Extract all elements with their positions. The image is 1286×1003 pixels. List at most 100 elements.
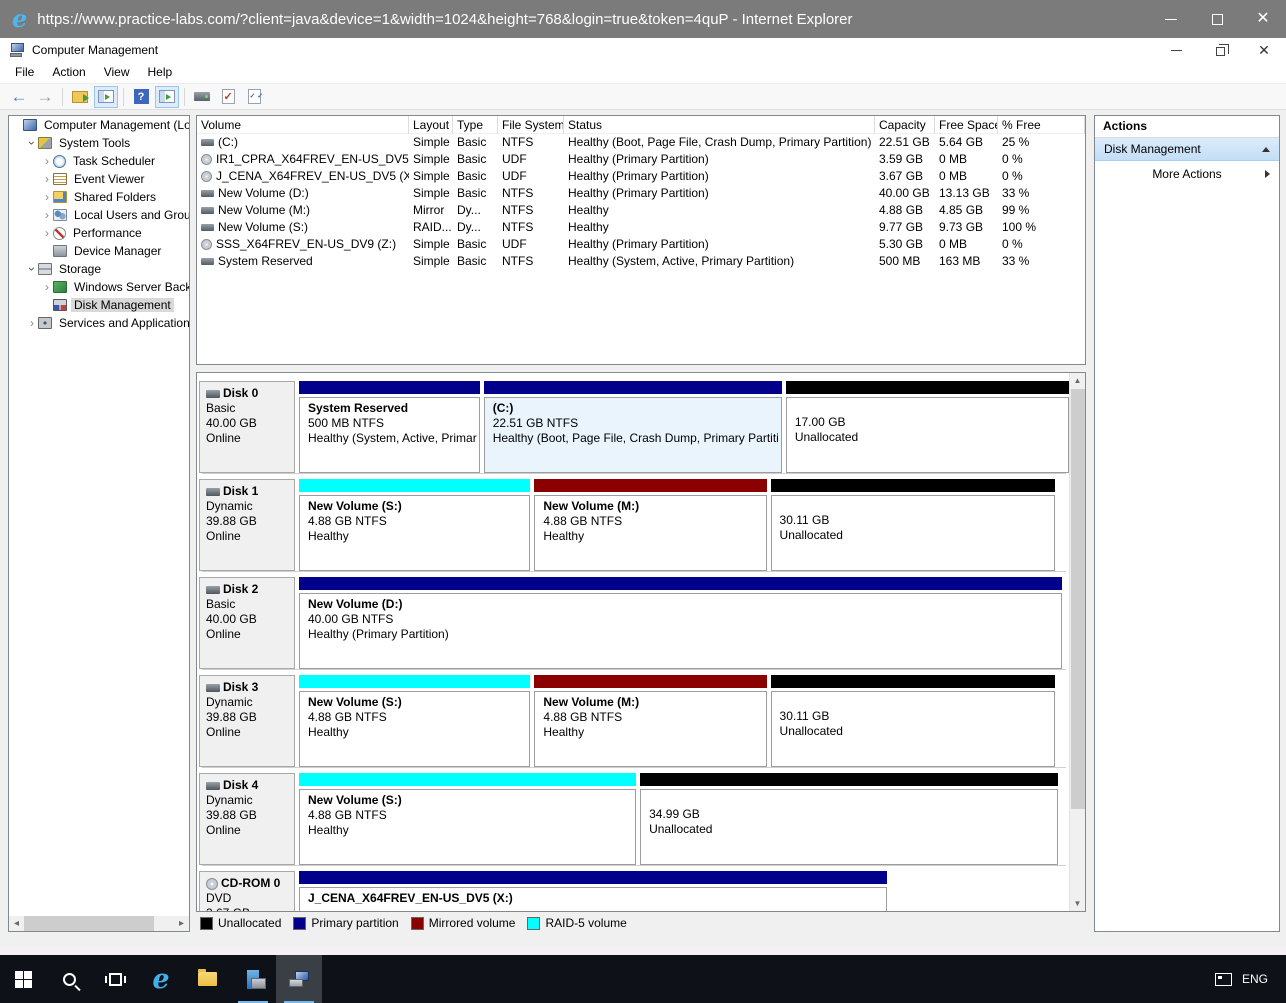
tree-horizontal-scrollbar[interactable]: ◂ ▸ xyxy=(9,916,189,931)
disk-label[interactable]: Disk 2Basic40.00 GBOnline xyxy=(199,577,295,669)
partition-body[interactable]: 30.11 GBUnallocated xyxy=(771,495,1055,571)
expand-icon[interactable]: › xyxy=(41,172,53,186)
expand-icon[interactable]: › xyxy=(41,190,53,204)
expand-icon[interactable]: › xyxy=(41,226,53,240)
partition-body[interactable]: New Volume (D:)40.00 GB NTFSHealthy (Pri… xyxy=(299,593,1062,669)
volume-row[interactable]: (C:)SimpleBasicNTFSHealthy (Boot, Page F… xyxy=(197,134,1085,151)
partition-unallocated[interactable]: 17.00 GBUnallocated xyxy=(786,381,1069,473)
disk-label[interactable]: CD-ROM 0DVD3.67 GB xyxy=(199,871,295,911)
volume-row[interactable]: New Volume (M:)MirrorDy...NTFSHealthy4.8… xyxy=(197,202,1085,219)
tree-item-storage[interactable]: ›Storage xyxy=(9,260,189,278)
column-header-file-system[interactable]: File System xyxy=(498,116,564,134)
partition-new-volume-m-[interactable]: New Volume (M:)4.88 GB NTFSHealthy xyxy=(534,479,766,571)
volume-row[interactable]: New Volume (S:)RAID...Dy...NTFSHealthy9.… xyxy=(197,219,1085,236)
search-button[interactable] xyxy=(46,955,92,1003)
partition-new-volume-d-[interactable]: New Volume (D:)40.00 GB NTFSHealthy (Pri… xyxy=(299,577,1062,669)
partition--c-[interactable]: (C:)22.51 GB NTFSHealthy (Boot, Page Fil… xyxy=(484,381,782,473)
expand-icon[interactable]: › xyxy=(41,154,53,168)
column-header-type[interactable]: Type xyxy=(453,116,498,134)
disk-label[interactable]: Disk 4Dynamic39.88 GBOnline xyxy=(199,773,295,865)
file-explorer-button[interactable] xyxy=(184,955,230,1003)
partition-new-volume-m-[interactable]: New Volume (M:)4.88 GB NTFSHealthy xyxy=(534,675,766,767)
tree-item-task-scheduler[interactable]: ›Task Scheduler xyxy=(9,152,189,170)
partition-body[interactable]: 34.99 GBUnallocated xyxy=(640,789,1058,865)
tree-item-device-manager[interactable]: Device Manager xyxy=(9,242,189,260)
partition-unallocated[interactable]: 30.11 GBUnallocated xyxy=(771,479,1055,571)
partition-j-cena-x64frev-en-us-dv5-x-[interactable]: J_CENA_X64FREV_EN-US_DV5 (X:) xyxy=(299,871,887,911)
more-actions-item[interactable]: More Actions xyxy=(1095,161,1279,187)
start-button[interactable] xyxy=(0,955,46,1003)
column-header-status[interactable]: Status xyxy=(564,116,875,134)
column-header-free-space[interactable]: Free Space xyxy=(935,116,998,134)
admin-tools-button[interactable] xyxy=(230,955,276,1003)
partition-body[interactable]: J_CENA_X64FREV_EN-US_DV5 (X:) xyxy=(299,887,887,911)
partition-new-volume-s-[interactable]: New Volume (S:)4.88 GB NTFSHealthy xyxy=(299,675,530,767)
scroll-right-icon[interactable]: ▸ xyxy=(174,916,189,931)
disk-properties-button[interactable] xyxy=(190,86,214,108)
tree-item-disk-management[interactable]: Disk Management xyxy=(9,296,189,314)
back-button[interactable]: ← xyxy=(7,86,31,108)
ie-close-button[interactable]: ✕ xyxy=(1240,0,1286,38)
partition-body[interactable]: (C:)22.51 GB NTFSHealthy (Boot, Page Fil… xyxy=(484,397,782,473)
help-button[interactable]: ? xyxy=(129,86,153,108)
ie-minimize-button[interactable] xyxy=(1148,0,1194,38)
cm-close-button[interactable]: ✕ xyxy=(1242,38,1286,62)
menu-action[interactable]: Action xyxy=(43,62,94,83)
partition-body[interactable]: New Volume (M:)4.88 GB NTFSHealthy xyxy=(534,691,766,767)
partition-body[interactable]: New Volume (S:)4.88 GB NTFSHealthy xyxy=(299,495,530,571)
collapse-icon[interactable]: › xyxy=(25,263,39,275)
expand-icon[interactable]: › xyxy=(26,316,38,330)
volume-row[interactable]: System ReservedSimpleBasicNTFSHealthy (S… xyxy=(197,253,1085,270)
show-action-pane-button[interactable] xyxy=(155,86,179,108)
partition-body[interactable]: 17.00 GBUnallocated xyxy=(786,397,1069,473)
partition-body[interactable]: New Volume (S:)4.88 GB NTFSHealthy xyxy=(299,789,636,865)
expand-icon[interactable]: › xyxy=(41,208,53,222)
disk-label[interactable]: Disk 0Basic40.00 GBOnline xyxy=(199,381,295,473)
partition-new-volume-s-[interactable]: New Volume (S:)4.88 GB NTFSHealthy xyxy=(299,773,636,865)
show-console-tree-button[interactable] xyxy=(94,86,118,108)
partition-body[interactable]: 30.11 GBUnallocated xyxy=(771,691,1055,767)
cm-minimize-button[interactable] xyxy=(1154,38,1198,62)
menu-view[interactable]: View xyxy=(95,62,139,83)
column-header-volume[interactable]: Volume xyxy=(197,116,409,134)
tree-item-computer-management-local-[interactable]: Computer Management (Local) xyxy=(9,116,189,134)
disk-vertical-scrollbar[interactable]: ▲ ▼ xyxy=(1069,373,1085,911)
scrollbar-thumb[interactable] xyxy=(24,916,154,931)
column-header-layout[interactable]: Layout xyxy=(409,116,453,134)
partition-system-reserved[interactable]: System Reserved500 MB NTFSHealthy (Syste… xyxy=(299,381,480,473)
menu-help[interactable]: Help xyxy=(139,62,182,83)
tree-item-event-viewer[interactable]: ›Event Viewer xyxy=(9,170,189,188)
disk-label[interactable]: Disk 1Dynamic39.88 GBOnline xyxy=(199,479,295,571)
partition-body[interactable]: New Volume (M:)4.88 GB NTFSHealthy xyxy=(534,495,766,571)
input-indicator-icon[interactable] xyxy=(1215,973,1232,986)
disk-label[interactable]: Disk 3Dynamic39.88 GBOnline xyxy=(199,675,295,767)
scroll-up-icon[interactable]: ▲ xyxy=(1070,373,1085,388)
cm-restore-button[interactable] xyxy=(1198,38,1242,62)
partition-new-volume-s-[interactable]: New Volume (S:)4.88 GB NTFSHealthy xyxy=(299,479,530,571)
task-view-button[interactable] xyxy=(92,955,138,1003)
ie-maximize-button[interactable] xyxy=(1194,0,1240,38)
computer-management-taskbar-button[interactable] xyxy=(276,955,322,1003)
column-header-capacity[interactable]: Capacity xyxy=(875,116,935,134)
tree-item-windows-server-backup[interactable]: ›Windows Server Backup xyxy=(9,278,189,296)
internet-explorer-button[interactable]: e xyxy=(138,955,184,1003)
partition-unallocated[interactable]: 34.99 GBUnallocated xyxy=(640,773,1058,865)
expand-icon[interactable]: › xyxy=(41,280,53,294)
tree-item-services-and-applications[interactable]: ›Services and Applications xyxy=(9,314,189,332)
volume-row[interactable]: J_CENA_X64FREV_EN-US_DV5 (X:)SimpleBasic… xyxy=(197,168,1085,185)
tree-item-shared-folders[interactable]: ›Shared Folders xyxy=(9,188,189,206)
tree-item-system-tools[interactable]: ›System Tools xyxy=(9,134,189,152)
forward-button[interactable]: → xyxy=(33,86,57,108)
language-indicator[interactable]: ENG xyxy=(1242,972,1268,986)
partition-body[interactable]: New Volume (S:)4.88 GB NTFSHealthy xyxy=(299,691,530,767)
validate-button[interactable] xyxy=(216,86,240,108)
task-list-button[interactable] xyxy=(242,86,266,108)
scroll-left-icon[interactable]: ◂ xyxy=(9,916,24,931)
export-button[interactable] xyxy=(68,86,92,108)
volume-row[interactable]: IR1_CPRA_X64FREV_EN-US_DV5 (Y:)SimpleBas… xyxy=(197,151,1085,168)
actions-group-disk-management[interactable]: Disk Management xyxy=(1095,138,1279,161)
collapse-icon[interactable]: › xyxy=(25,137,39,149)
volume-row[interactable]: New Volume (D:)SimpleBasicNTFSHealthy (P… xyxy=(197,185,1085,202)
menu-file[interactable]: File xyxy=(6,62,43,83)
tree-item-local-users-and-groups[interactable]: ›Local Users and Groups xyxy=(9,206,189,224)
